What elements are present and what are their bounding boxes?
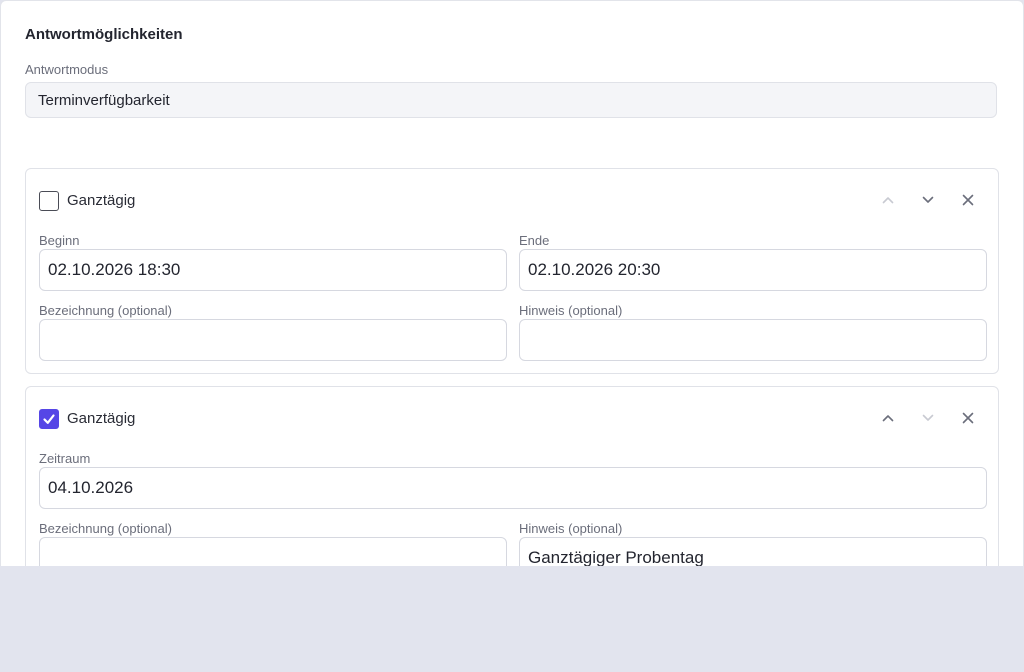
begin-input[interactable]: 02.10.2026 18:30 <box>39 249 507 291</box>
close-icon <box>962 194 974 206</box>
answer-mode-field: Terminverfügbarkeit <box>25 82 997 118</box>
end-input[interactable]: 02.10.2026 20:30 <box>519 249 987 291</box>
end-label: Ende <box>519 233 550 248</box>
option-card-2: Ganztägig Zeitraum 04.10.2026 Bezeichnun… <box>25 386 999 566</box>
remove-option-button[interactable] <box>958 190 978 210</box>
option-card-1: Ganztägig Beginn 02.10.2026 18:30 Ende 0… <box>25 168 999 374</box>
period-label: Zeitraum <box>39 451 91 466</box>
allday-label: Ganztägig <box>67 192 136 209</box>
note-label: Hinweis (optional) <box>519 521 623 536</box>
remove-option-button[interactable] <box>958 408 978 428</box>
chevron-down-icon <box>922 196 934 203</box>
note-label: Hinweis (optional) <box>519 303 623 318</box>
allday-checkbox[interactable] <box>39 191 59 211</box>
section-title: Antwortmöglichkeiten <box>25 26 183 43</box>
name-label: Bezeichnung (optional) <box>39 303 172 318</box>
name-input[interactable] <box>39 319 507 361</box>
answer-mode-label: Antwortmodus <box>25 62 109 77</box>
move-down-button[interactable] <box>918 408 938 428</box>
begin-label: Beginn <box>39 233 80 248</box>
move-up-button[interactable] <box>878 408 898 428</box>
name-label: Bezeichnung (optional) <box>39 521 172 536</box>
allday-label: Ganztägig <box>67 410 136 427</box>
note-input[interactable] <box>519 319 987 361</box>
name-input[interactable] <box>39 537 507 566</box>
close-icon <box>962 412 974 424</box>
answer-options-card: Antwortmöglichkeiten Antwortmodus Termin… <box>0 0 1024 566</box>
note-input[interactable]: Ganztägiger Probentag <box>519 537 987 566</box>
chevron-up-icon <box>882 415 894 422</box>
chevron-up-icon <box>882 197 894 204</box>
move-up-button[interactable] <box>878 190 898 210</box>
period-input[interactable]: 04.10.2026 <box>39 467 987 509</box>
checkmark-icon <box>43 414 55 424</box>
move-down-button[interactable] <box>918 190 938 210</box>
allday-checkbox[interactable] <box>39 409 59 429</box>
chevron-down-icon <box>922 414 934 421</box>
viewport: Antwortmöglichkeiten Antwortmodus Termin… <box>0 0 1024 566</box>
